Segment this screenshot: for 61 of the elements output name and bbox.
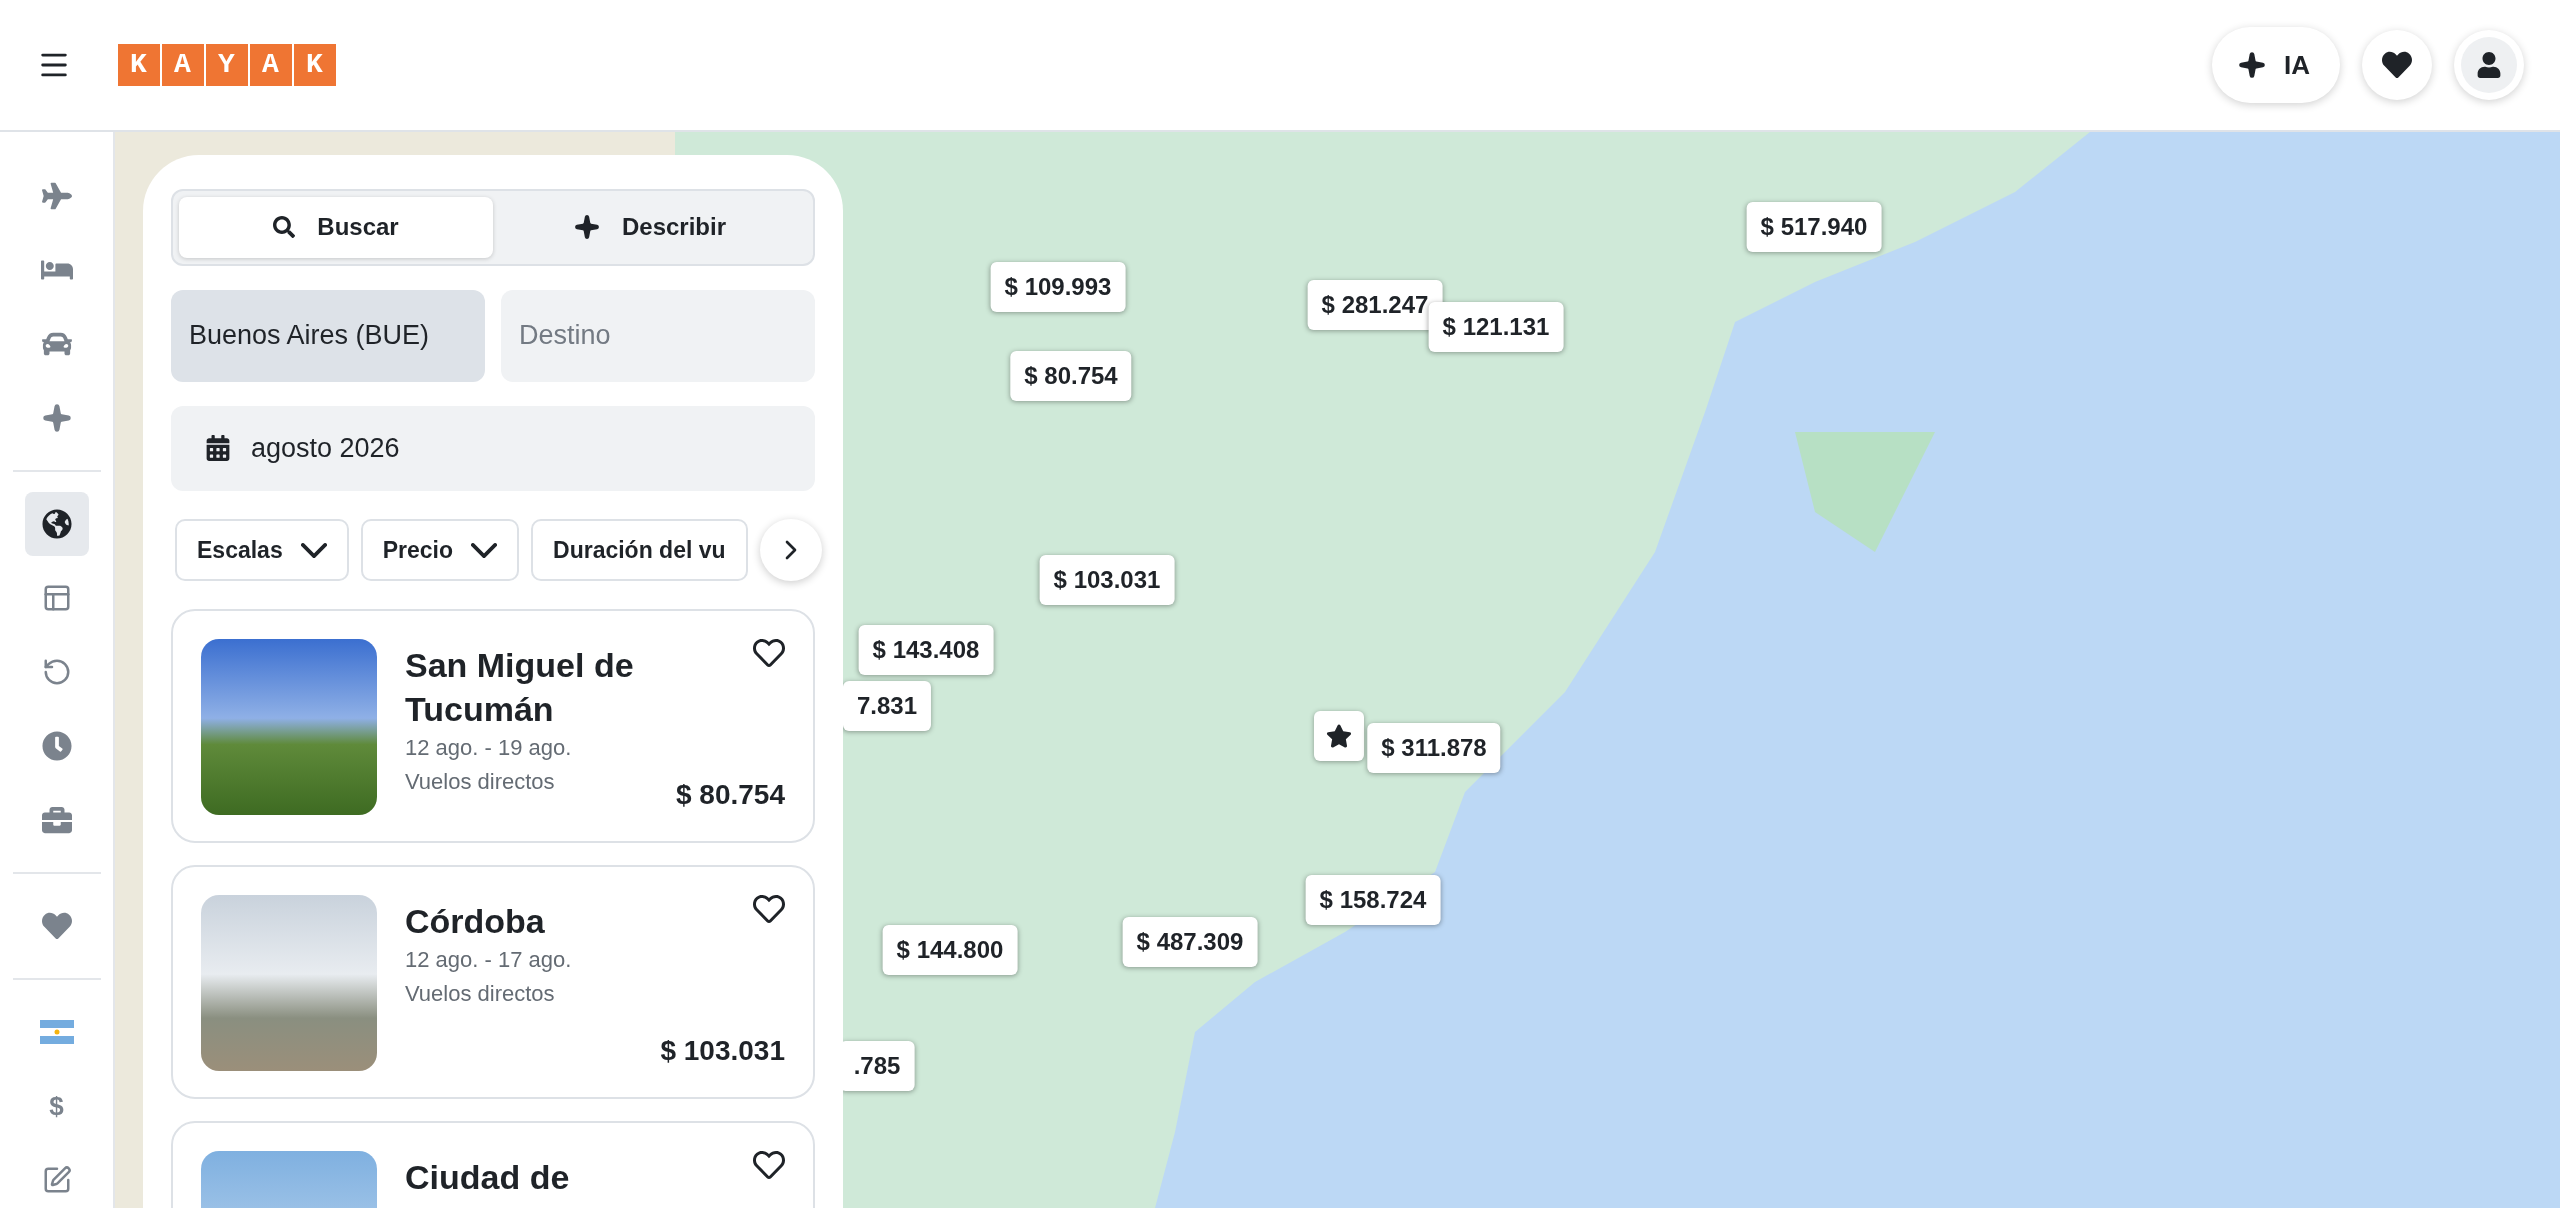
- price-pin[interactable]: $ 281.247: [1307, 280, 1443, 330]
- heart-icon: [753, 1149, 785, 1181]
- star-pin[interactable]: [1314, 711, 1364, 761]
- destination-title: San Miguel de Tucumán: [405, 645, 635, 730]
- destination-title: Córdoba: [405, 901, 545, 942]
- person-icon: [2476, 52, 2502, 78]
- trip-dates: 12 ago. - 17 ago.: [405, 946, 572, 974]
- price-pin[interactable]: $ 517.940: [1746, 202, 1882, 252]
- filter-dropdown[interactable]: Escalas: [175, 519, 349, 581]
- calendar-icon: [205, 435, 231, 462]
- date-field[interactable]: agosto 2026: [171, 405, 815, 491]
- heart-icon: [2382, 50, 2412, 80]
- result-card[interactable]: Córdoba 12 ago. - 17 ago. Vuelos directos $ 103.031: [171, 865, 815, 1099]
- price-pin[interactable]: $ 487.309: [1122, 917, 1258, 967]
- price-pin[interactable]: $ 311.878: [1367, 723, 1501, 773]
- search-icon: [273, 216, 296, 239]
- chevron-down-icon: [300, 542, 327, 558]
- price-pin[interactable]: $ 109.993: [990, 262, 1126, 312]
- briefcase-icon: [41, 805, 72, 835]
- price-pin[interactable]: $ 143.408: [858, 625, 994, 675]
- clock-icon: [41, 731, 72, 761]
- result-card[interactable]: San Miguel de Tucumán 12 ago. - 19 ago. Vuelos directos $ 80.754: [171, 609, 815, 843]
- destination-field[interactable]: Destino: [501, 289, 815, 382]
- chevron-down-icon: [471, 542, 498, 558]
- mode-tab[interactable]: Describir: [493, 197, 807, 258]
- heart-icon: [41, 911, 72, 941]
- price: $ 80.754: [676, 779, 785, 811]
- globe-nav-button[interactable]: [24, 492, 89, 556]
- favorite-button[interactable]: [753, 893, 787, 925]
- filter-dropdown[interactable]: Precio: [360, 519, 520, 581]
- globe-icon: [41, 509, 72, 539]
- price-pin[interactable]: $ 103.031: [1039, 555, 1175, 605]
- filter-dropdown[interactable]: Duración del vu: [531, 519, 748, 581]
- plane-icon: [41, 181, 72, 211]
- heart-icon: [753, 893, 785, 925]
- sparkle-icon: [2238, 51, 2266, 79]
- result-card[interactable]: Ciudad de: [171, 1121, 815, 1208]
- favorite-button[interactable]: [753, 1149, 787, 1181]
- flight-type: Vuelos directos: [405, 768, 555, 796]
- trip-dates: 12 ago. - 19 ago.: [405, 734, 572, 762]
- flight-type: Vuelos directos: [405, 980, 555, 1008]
- price-pin[interactable]: $ 80.754: [1010, 351, 1132, 401]
- sparkle-icon: [573, 214, 600, 241]
- profile-button[interactable]: [2454, 30, 2524, 100]
- sparkle-icon: [41, 403, 72, 433]
- favorites-button[interactable]: [2362, 30, 2432, 100]
- heart-icon: [753, 637, 785, 669]
- scroll-right-button[interactable]: [759, 519, 822, 581]
- currency-button[interactable]: $: [24, 1074, 89, 1138]
- ai-button[interactable]: IA: [2212, 27, 2340, 103]
- star-icon: [1326, 723, 1352, 749]
- price: $ 103.031: [660, 1035, 785, 1067]
- price-pin[interactable]: $ 158.724: [1305, 875, 1441, 925]
- origin-field[interactable]: Buenos Aires (BUE): [171, 289, 485, 382]
- price-pin[interactable]: $ 144.800: [882, 925, 1018, 975]
- flag-icon: [39, 1020, 74, 1044]
- mode-tab[interactable]: Buscar: [179, 197, 493, 258]
- price-pin[interactable]: 7.831: [842, 681, 932, 731]
- favorite-button[interactable]: [753, 637, 787, 669]
- price-pin[interactable]: $ 121.131: [1428, 302, 1564, 352]
- destination-title: Ciudad de: [405, 1157, 570, 1198]
